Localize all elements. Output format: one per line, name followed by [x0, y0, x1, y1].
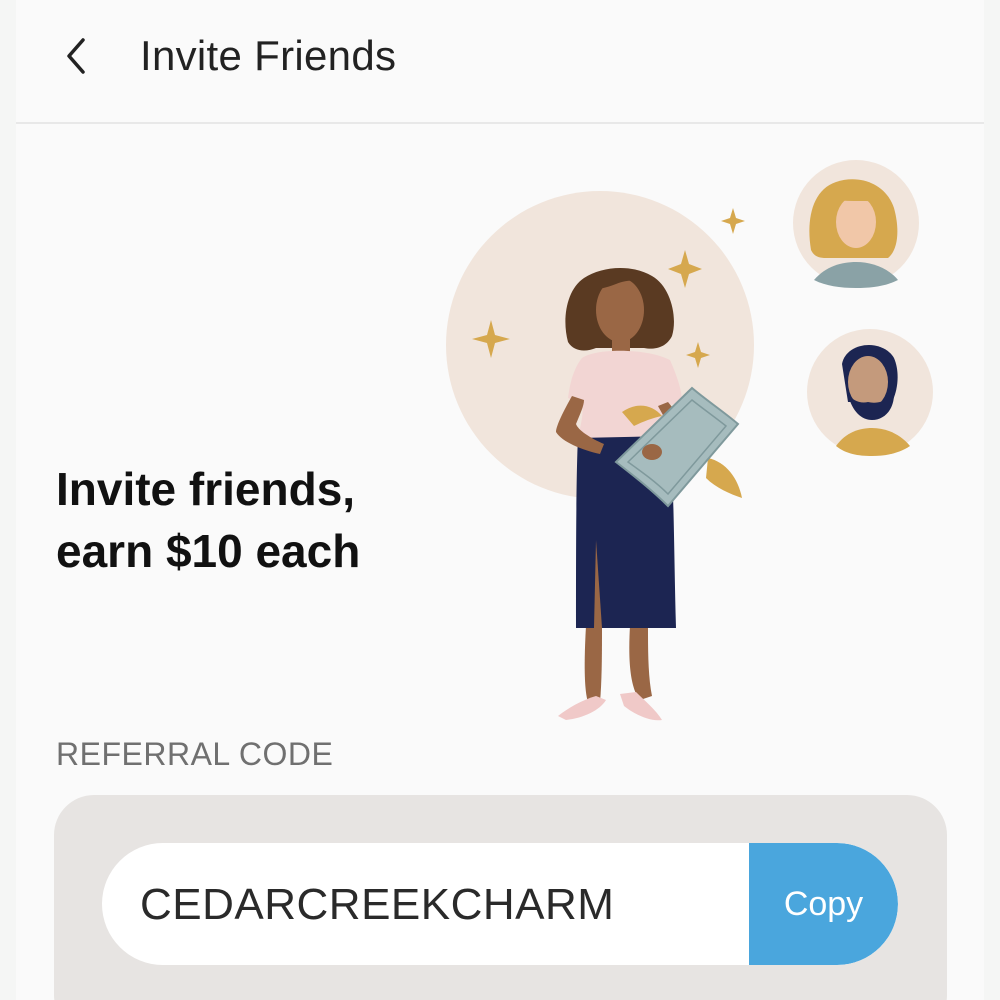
hero-line-2: earn $10 each	[56, 525, 361, 577]
referral-illustration	[416, 140, 976, 740]
hero-line-1: Invite friends,	[56, 463, 356, 515]
friend-avatar-man	[807, 329, 933, 456]
illustration-art	[446, 160, 933, 721]
copy-button[interactable]: Copy	[749, 843, 898, 965]
referral-code-label: REFERRAL CODE	[56, 736, 334, 772]
referral-code-panel: CEDARCREEKCHARM Copy	[54, 795, 947, 1000]
invite-friends-screen: Invite Friends Invite friends, earn $10 …	[16, 0, 984, 1000]
sparkle-icon	[721, 208, 745, 234]
referral-code-value[interactable]: CEDARCREEKCHARM	[140, 879, 614, 931]
back-button[interactable]	[48, 28, 104, 84]
page-title: Invite Friends	[140, 32, 397, 79]
hero-heading: Invite friends, earn $10 each	[56, 458, 476, 582]
friend-avatar-woman	[793, 160, 919, 288]
chevron-left-icon	[67, 38, 85, 74]
referral-code-field[interactable]: CEDARCREEKCHARM Copy	[102, 843, 898, 965]
app-header: Invite Friends	[16, 0, 984, 124]
